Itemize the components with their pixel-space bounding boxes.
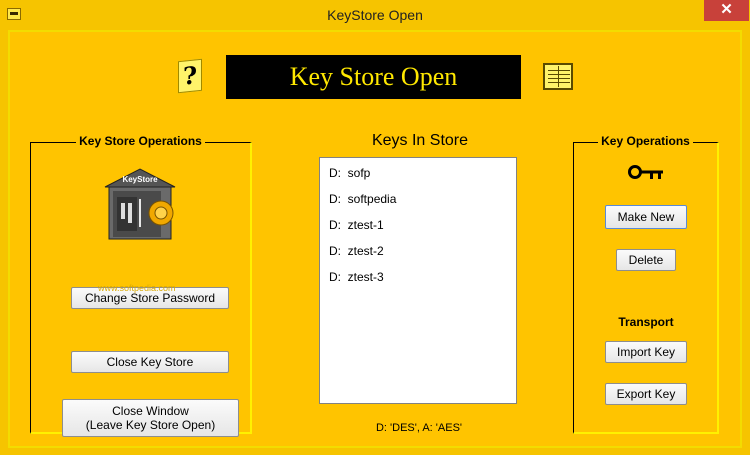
- close-window-button[interactable]: ✕: [704, 0, 749, 21]
- list-item[interactable]: D: ztest-2: [329, 244, 384, 258]
- close-window-button-leave-open[interactable]: Close Window (Leave Key Store Open): [62, 399, 239, 437]
- page-title-text: Key Store Open: [289, 62, 458, 91]
- key-type-legend: D: 'DES', A: 'AES': [375, 422, 463, 434]
- key-store-operations-label: Key Store Operations: [76, 134, 205, 148]
- title-bar: KeyStore Open ✕: [0, 0, 750, 30]
- window-title: KeyStore Open: [327, 7, 423, 23]
- watermark: www.softpedia.com: [98, 283, 176, 293]
- close-window-line-2: (Leave Key Store Open): [85, 418, 216, 432]
- export-key-button[interactable]: Export Key: [605, 383, 687, 405]
- key-operations-label: Key Operations: [598, 134, 693, 148]
- list-item[interactable]: D: sofp: [329, 166, 370, 180]
- page-title: Key Store Open: [226, 55, 521, 99]
- key-operations-group: Key Operations Make New Delete Transport…: [573, 134, 719, 434]
- list-item[interactable]: D: ztest-3: [329, 270, 384, 284]
- close-key-store-button[interactable]: Close Key Store: [71, 351, 229, 373]
- keys-list[interactable]: D: sofp D: softpedia D: ztest-1 D: ztest…: [319, 157, 517, 404]
- keystore-icon-label: KeyStore: [122, 175, 158, 184]
- import-key-button[interactable]: Import Key: [605, 341, 687, 363]
- book-icon[interactable]: [543, 63, 573, 90]
- help-icon[interactable]: ?: [178, 58, 202, 94]
- delete-button[interactable]: Delete: [616, 249, 676, 271]
- key-icon: [628, 165, 663, 179]
- keys-in-store-title: Keys In Store: [371, 132, 469, 149]
- list-item[interactable]: D: softpedia: [329, 192, 396, 206]
- main-panel: ? Key Store Open Key Store Operations Ke…: [8, 30, 742, 448]
- transport-label: Transport: [618, 315, 674, 329]
- close-window-line-1: Close Window: [112, 404, 189, 418]
- keystore-safe-icon: KeyStore: [104, 168, 176, 240]
- make-new-button[interactable]: Make New: [605, 205, 687, 229]
- list-item[interactable]: D: ztest-1: [329, 218, 384, 232]
